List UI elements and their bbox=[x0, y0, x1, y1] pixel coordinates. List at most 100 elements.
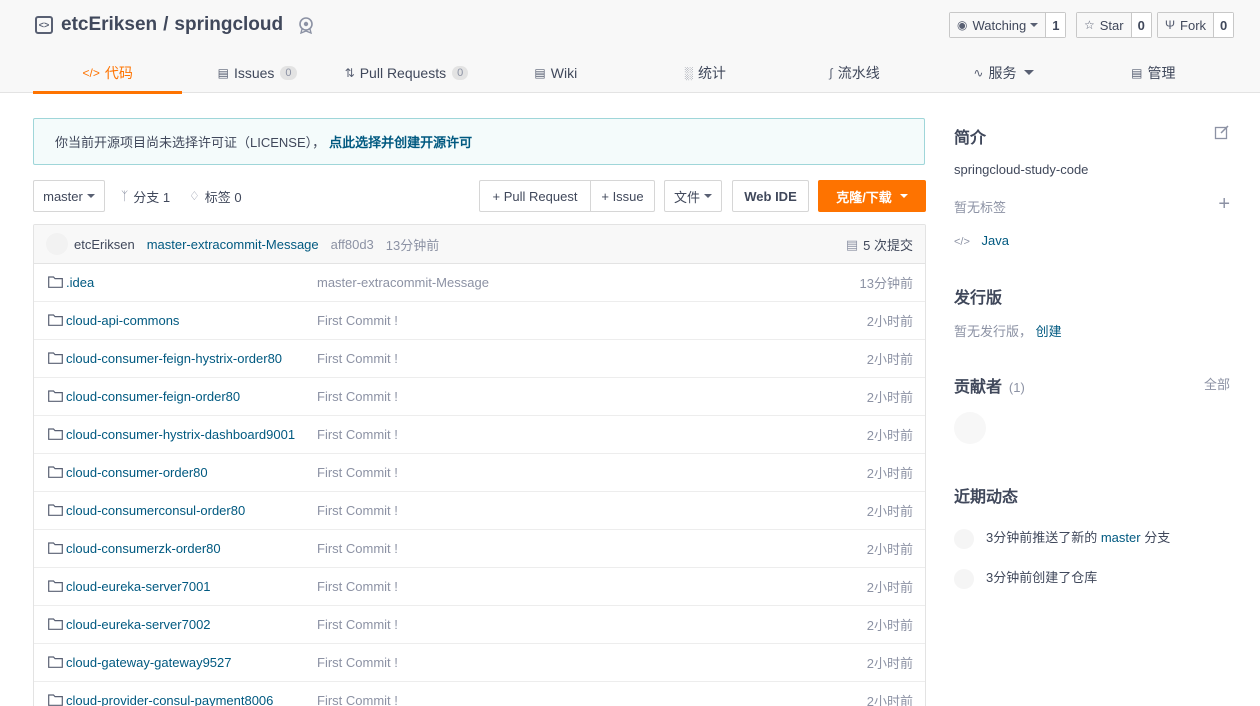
repo-name-link[interactable]: springcloud bbox=[174, 14, 283, 36]
star-button[interactable]: ☆ Star bbox=[1077, 13, 1132, 37]
file-name-link[interactable]: cloud-eureka-server7002 bbox=[66, 617, 211, 632]
table-row[interactable]: cloud-consumerzk-order80 First Commit ! 2小… bbox=[34, 530, 925, 568]
file-menu-button[interactable]: 文件 bbox=[664, 180, 722, 212]
contributor-avatars bbox=[954, 412, 1230, 447]
file-name-link[interactable]: cloud-gateway-gateway9527 bbox=[66, 655, 232, 670]
table-row[interactable]: cloud-eureka-server7001 First Commit ! 2小时… bbox=[34, 568, 925, 606]
service-icon: ∿ bbox=[973, 65, 984, 80]
folder-icon bbox=[48, 542, 63, 554]
all-contributors-link[interactable]: 全部 bbox=[1204, 374, 1230, 393]
table-row[interactable]: cloud-consumer-feign-hystrix-order80 Firs… bbox=[34, 340, 925, 378]
file-commit-message[interactable]: master-extracommit-Message bbox=[317, 275, 489, 290]
watch-button[interactable]: ◉ Watching bbox=[950, 13, 1047, 37]
avatar[interactable] bbox=[954, 412, 986, 444]
commit-sha[interactable]: aff80d3 bbox=[331, 237, 374, 252]
tab-code[interactable]: </> 代码 bbox=[33, 52, 183, 94]
file-commit-message[interactable]: First Commit ! bbox=[317, 351, 398, 366]
tab-issues[interactable]: ▤ Issues 0 bbox=[182, 52, 331, 93]
activity-item: 3分钟前创建了仓库 bbox=[954, 567, 1230, 589]
repo-icon: <> bbox=[35, 16, 53, 34]
folder-icon bbox=[48, 314, 63, 326]
file-name-link[interactable]: cloud-consumer-order80 bbox=[66, 465, 208, 480]
file-commit-time: 2小时前 bbox=[866, 466, 913, 481]
language-link[interactable]: Java bbox=[982, 233, 1009, 248]
file-name-link[interactable]: cloud-consumerconsul-order80 bbox=[66, 503, 245, 518]
file-commit-message[interactable]: First Commit ! bbox=[317, 541, 398, 556]
file-commit-time: 2小时前 bbox=[866, 618, 913, 633]
edit-icon[interactable] bbox=[1214, 124, 1230, 143]
tab-service[interactable]: ∿ 服务 bbox=[929, 52, 1078, 93]
file-commit-message[interactable]: First Commit ! bbox=[317, 427, 398, 442]
fork-count[interactable]: 0 bbox=[1214, 13, 1234, 37]
table-row[interactable]: .idea master-extracommit-Message 13分钟前 bbox=[34, 264, 925, 302]
file-name-link[interactable]: cloud-consumer-feign-order80 bbox=[66, 389, 240, 404]
commit-count-link[interactable]: ▤ 5 次提交 bbox=[846, 225, 913, 264]
tags-link[interactable]: ♢ 标签 0 bbox=[189, 180, 242, 212]
table-row[interactable]: cloud-gateway-gateway9527 First Commit ! 2… bbox=[34, 644, 925, 682]
file-name-link[interactable]: cloud-consumer-hystrix-dashboard9001 bbox=[66, 427, 295, 442]
avatar[interactable] bbox=[954, 528, 974, 549]
repo-description: springcloud-study-code bbox=[954, 162, 1089, 177]
repo-title: <> etcEriksen / springcloud bbox=[35, 12, 315, 38]
issues-count-badge: 0 bbox=[280, 65, 297, 80]
avatar[interactable] bbox=[46, 233, 68, 255]
commit-message-link[interactable]: master-extracommit-Message bbox=[147, 237, 319, 252]
table-row[interactable]: cloud-api-commons First Commit ! 2小时前 bbox=[34, 302, 925, 340]
file-commit-message[interactable]: First Commit ! bbox=[317, 617, 398, 632]
new-issue-button[interactable]: + Issue bbox=[590, 180, 655, 212]
file-commit-time: 13分钟前 bbox=[859, 276, 913, 291]
code-icon: </> bbox=[82, 65, 100, 80]
stats-icon: ░ bbox=[684, 65, 693, 80]
branch-select[interactable]: master bbox=[33, 180, 105, 212]
activity-branch-link[interactable]: master bbox=[1101, 530, 1141, 545]
create-release-link[interactable]: 创建 bbox=[1036, 324, 1062, 339]
language-row: </> Java bbox=[954, 233, 1230, 248]
table-row[interactable]: cloud-consumerconsul-order80 First Commit… bbox=[34, 492, 925, 530]
repo-separator: / bbox=[163, 14, 169, 35]
commit-author[interactable]: etcEriksen bbox=[74, 237, 135, 252]
file-commit-time: 2小时前 bbox=[866, 656, 913, 671]
manage-icon: ▤ bbox=[1131, 65, 1143, 80]
watch-count[interactable]: 1 bbox=[1046, 13, 1066, 37]
file-name-link[interactable]: cloud-eureka-server7001 bbox=[66, 579, 211, 594]
table-row[interactable]: cloud-consumer-feign-order80 First Commit… bbox=[34, 378, 925, 416]
intro-title: 简介 bbox=[954, 130, 987, 147]
activity-section: 近期动态 bbox=[954, 483, 1230, 507]
file-commit-message[interactable]: First Commit ! bbox=[317, 465, 398, 480]
tab-pipeline[interactable]: ∫ 流水线 bbox=[780, 52, 929, 93]
branches-link[interactable]: ᛉ 分支 1 bbox=[121, 180, 170, 212]
table-row[interactable]: cloud-consumer-hystrix-dashboard9001 Firs… bbox=[34, 416, 925, 454]
file-name-link[interactable]: cloud-api-commons bbox=[66, 313, 179, 328]
file-commit-message[interactable]: First Commit ! bbox=[317, 655, 398, 670]
tags-row: 暂无标签 + bbox=[954, 194, 1230, 215]
recommended-badge-icon[interactable] bbox=[297, 16, 315, 34]
contributors-section: 贡献者 (1) 全部 bbox=[954, 373, 1230, 396]
avatar[interactable] bbox=[954, 568, 974, 589]
repo-owner-link[interactable]: etcEriksen bbox=[61, 14, 157, 36]
table-row[interactable]: cloud-eureka-server7002 First Commit ! 2小时… bbox=[34, 606, 925, 644]
chevron-down-icon bbox=[86, 194, 95, 198]
web-ide-button[interactable]: Web IDE bbox=[732, 180, 809, 212]
tab-pull-requests[interactable]: ⇅ Pull Requests 0 bbox=[332, 52, 481, 93]
tab-stats[interactable]: ░ 统计 bbox=[631, 52, 780, 93]
file-commit-message[interactable]: First Commit ! bbox=[317, 389, 398, 404]
fork-button[interactable]: Ψ Fork bbox=[1158, 13, 1215, 37]
commits-icon: ▤ bbox=[845, 236, 859, 252]
tab-manage[interactable]: ▤ 管理 bbox=[1079, 52, 1228, 93]
table-row[interactable]: cloud-consumer-order80 First Commit ! 2小时前 bbox=[34, 454, 925, 492]
file-commit-message[interactable]: First Commit ! bbox=[317, 579, 398, 594]
add-tag-icon[interactable]: + bbox=[1218, 194, 1230, 214]
clone-download-button[interactable]: 克隆/下载 bbox=[818, 180, 926, 212]
file-commit-message[interactable]: First Commit ! bbox=[317, 313, 398, 328]
file-name-link[interactable]: cloud-provider-consul-payment8006 bbox=[66, 693, 273, 706]
create-license-link[interactable]: 点此选择并创建开源许可 bbox=[329, 132, 472, 151]
file-commit-message[interactable]: First Commit ! bbox=[317, 503, 398, 518]
table-row[interactable]: cloud-provider-consul-payment8006 First C… bbox=[34, 682, 925, 706]
file-commit-message[interactable]: First Commit ! bbox=[317, 693, 398, 706]
new-pull-request-button[interactable]: + Pull Request bbox=[479, 180, 591, 212]
star-count[interactable]: 0 bbox=[1131, 13, 1151, 37]
file-name-link[interactable]: cloud-consumer-feign-hystrix-order80 bbox=[66, 351, 282, 366]
file-name-link[interactable]: cloud-consumerzk-order80 bbox=[66, 541, 221, 556]
file-name-link[interactable]: .idea bbox=[66, 275, 94, 290]
tab-wiki[interactable]: ▤ Wiki bbox=[481, 52, 630, 93]
